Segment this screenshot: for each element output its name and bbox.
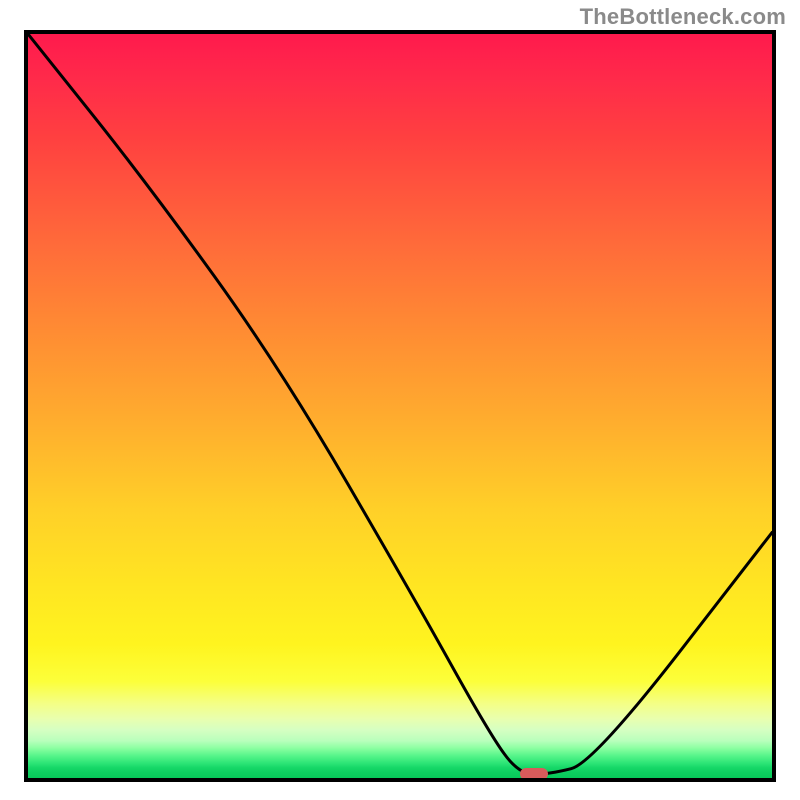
line-plot bbox=[28, 34, 772, 778]
curve-path bbox=[28, 34, 772, 774]
chart-container: TheBottleneck.com bbox=[0, 0, 800, 800]
plot-frame bbox=[24, 30, 776, 782]
watermark-text: TheBottleneck.com bbox=[580, 4, 786, 30]
marker-pill bbox=[520, 768, 548, 780]
